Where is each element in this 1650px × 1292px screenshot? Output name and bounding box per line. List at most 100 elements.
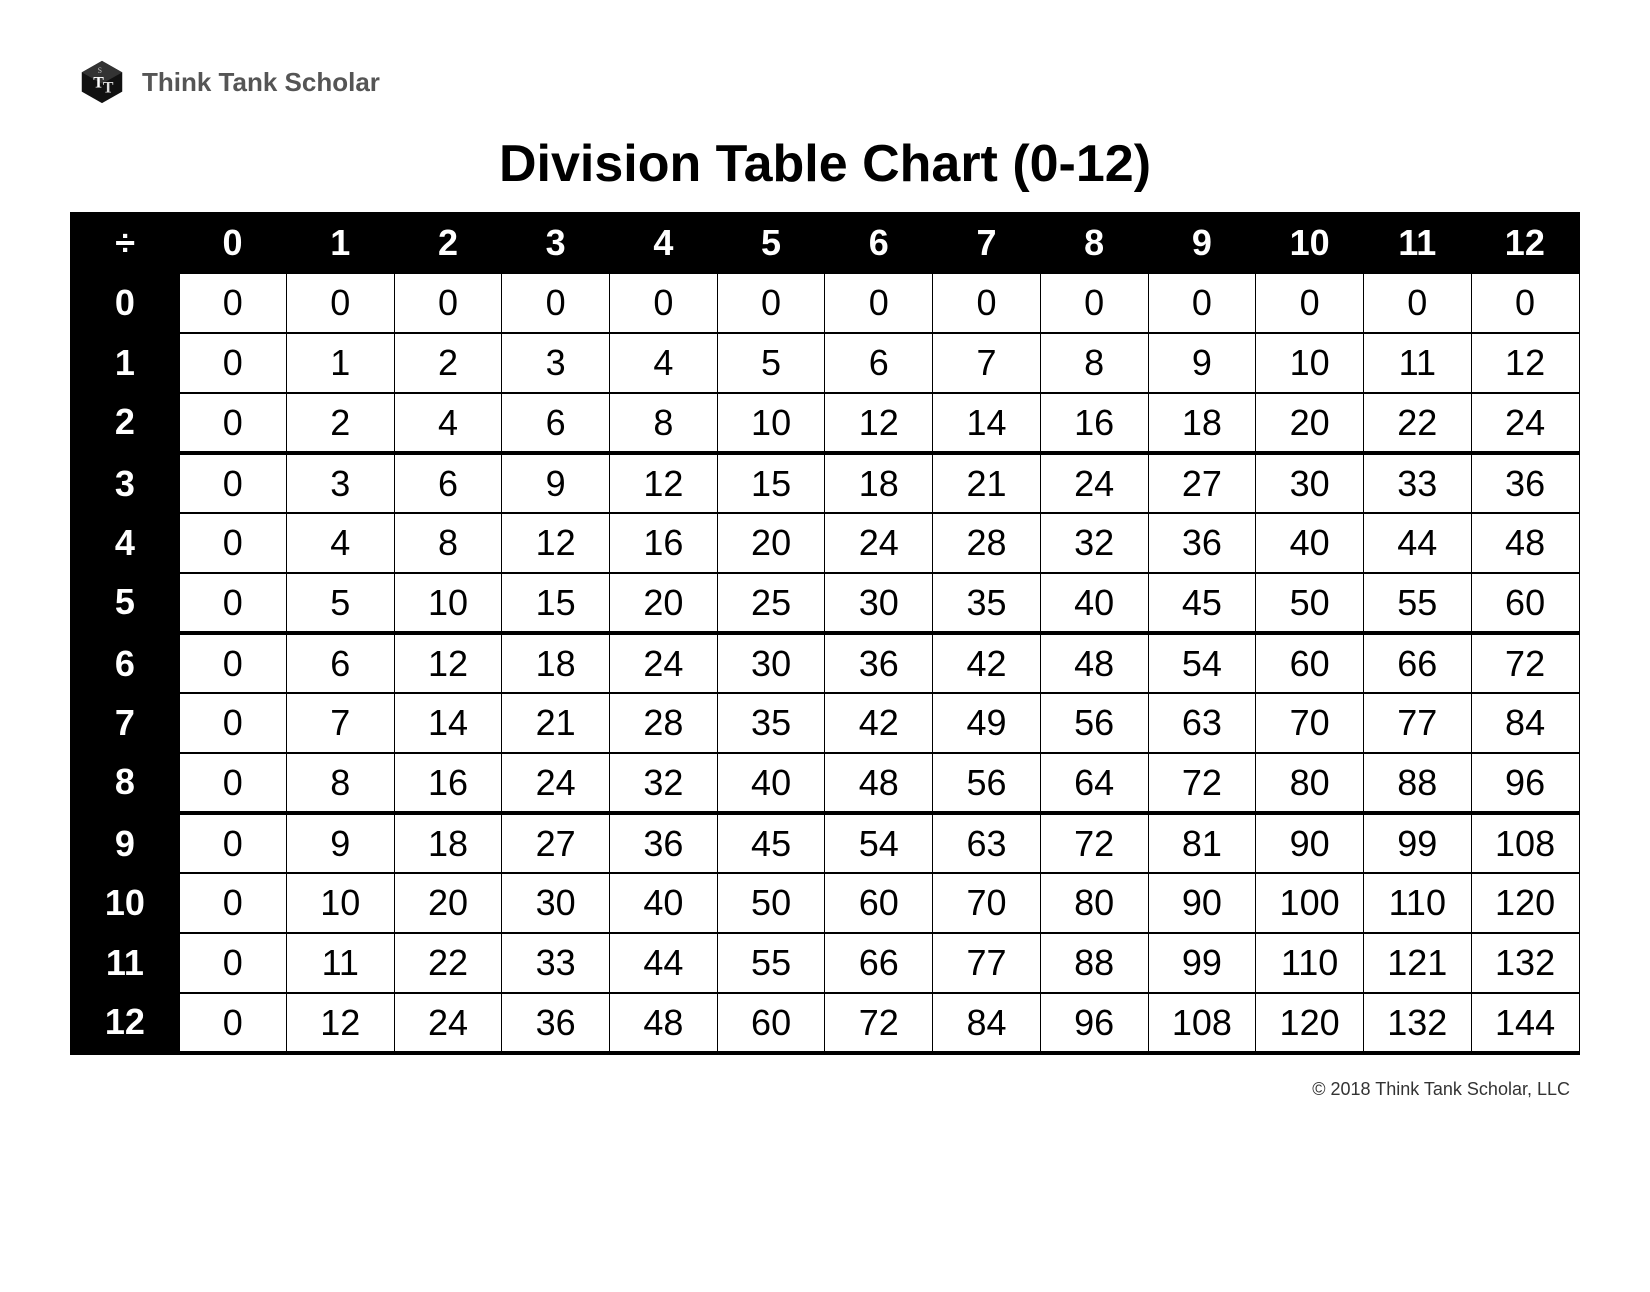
table-cell: 1 [286, 333, 394, 393]
table-cell: 8 [394, 513, 502, 573]
table-cell: 0 [286, 273, 394, 333]
table-cell: 3 [286, 453, 394, 513]
table-cell: 24 [610, 633, 718, 693]
division-table-wrap: ÷012345678910111200000000000000101234567… [70, 212, 1580, 1055]
table-cell: 8 [286, 753, 394, 813]
logo-icon: T T S [80, 60, 124, 104]
table-cell: 32 [610, 753, 718, 813]
table-cell: 20 [717, 513, 825, 573]
table-row: 30369121518212427303336 [71, 453, 1579, 513]
table-cell: 22 [1363, 393, 1471, 453]
table-cell: 0 [179, 573, 287, 633]
table-cell: 0 [1148, 273, 1256, 333]
table-cell: 15 [502, 573, 610, 633]
table-cell: 63 [933, 813, 1041, 873]
table-cell: 70 [933, 873, 1041, 933]
division-table: ÷012345678910111200000000000000101234567… [70, 212, 1580, 1055]
table-cell: 88 [1040, 933, 1148, 993]
table-cell: 21 [502, 693, 610, 753]
table-cell: 72 [825, 993, 933, 1053]
table-cell: 42 [933, 633, 1041, 693]
table-cell: 10 [717, 393, 825, 453]
table-cell: 10 [286, 873, 394, 933]
table-cell: 60 [1471, 573, 1579, 633]
table-cell: 55 [1363, 573, 1471, 633]
column-header: 0 [179, 213, 287, 273]
table-cell: 121 [1363, 933, 1471, 993]
table-cell: 63 [1148, 693, 1256, 753]
table-row: 110112233445566778899110121132 [71, 933, 1579, 993]
table-cell: 60 [717, 993, 825, 1053]
table-cell: 30 [825, 573, 933, 633]
table-cell: 120 [1256, 993, 1364, 1053]
table-cell: 36 [825, 633, 933, 693]
table-cell: 0 [179, 873, 287, 933]
table-cell: 0 [1363, 273, 1471, 333]
table-cell: 36 [502, 993, 610, 1053]
table-cell: 84 [933, 993, 1041, 1053]
table-row: 90918273645546372819099108 [71, 813, 1579, 873]
column-header: 4 [610, 213, 718, 273]
table-cell: 44 [610, 933, 718, 993]
table-cell: 90 [1256, 813, 1364, 873]
brand-name: Think Tank Scholar [142, 67, 380, 98]
copyright-text: © 2018 Think Tank Scholar, LLC [70, 1079, 1570, 1100]
table-cell: 40 [1256, 513, 1364, 573]
table-cell: 108 [1471, 813, 1579, 873]
table-cell: 28 [933, 513, 1041, 573]
column-header: 2 [394, 213, 502, 273]
table-cell: 18 [394, 813, 502, 873]
table-cell: 14 [933, 393, 1041, 453]
table-cell: 33 [502, 933, 610, 993]
table-cell: 6 [286, 633, 394, 693]
column-header: 5 [717, 213, 825, 273]
table-cell: 72 [1148, 753, 1256, 813]
table-cell: 132 [1363, 993, 1471, 1053]
table-row: 1201224364860728496108120132144 [71, 993, 1579, 1053]
table-cell: 99 [1148, 933, 1256, 993]
row-header: 8 [71, 753, 179, 813]
table-cell: 0 [1256, 273, 1364, 333]
table-cell: 72 [1040, 813, 1148, 873]
table-cell: 40 [1040, 573, 1148, 633]
table-cell: 70 [1256, 693, 1364, 753]
table-cell: 90 [1148, 873, 1256, 933]
table-cell: 32 [1040, 513, 1148, 573]
column-header: 11 [1363, 213, 1471, 273]
table-cell: 24 [394, 993, 502, 1053]
table-cell: 28 [610, 693, 718, 753]
table-cell: 0 [179, 333, 287, 393]
table-cell: 12 [1471, 333, 1579, 393]
table-cell: 9 [286, 813, 394, 873]
table-cell: 15 [717, 453, 825, 513]
row-header: 9 [71, 813, 179, 873]
table-cell: 66 [1363, 633, 1471, 693]
table-cell: 9 [502, 453, 610, 513]
table-cell: 132 [1471, 933, 1579, 993]
table-cell: 54 [1148, 633, 1256, 693]
table-cell: 5 [286, 573, 394, 633]
table-row: 5051015202530354045505560 [71, 573, 1579, 633]
table-cell: 0 [179, 633, 287, 693]
table-cell: 22 [394, 933, 502, 993]
column-header: 8 [1040, 213, 1148, 273]
table-cell: 16 [1040, 393, 1148, 453]
table-cell: 11 [286, 933, 394, 993]
table-cell: 4 [286, 513, 394, 573]
table-cell: 2 [394, 333, 502, 393]
table-cell: 49 [933, 693, 1041, 753]
table-cell: 0 [179, 993, 287, 1053]
table-cell: 7 [286, 693, 394, 753]
table-cell: 0 [717, 273, 825, 333]
table-cell: 40 [610, 873, 718, 933]
table-cell: 84 [1471, 693, 1579, 753]
table-cell: 144 [1471, 993, 1579, 1053]
table-cell: 16 [394, 753, 502, 813]
corner-cell: ÷ [71, 213, 179, 273]
table-cell: 36 [610, 813, 718, 873]
table-cell: 72 [1471, 633, 1579, 693]
table-cell: 48 [1471, 513, 1579, 573]
svg-text:S: S [98, 66, 102, 75]
table-cell: 0 [610, 273, 718, 333]
table-cell: 120 [1471, 873, 1579, 933]
